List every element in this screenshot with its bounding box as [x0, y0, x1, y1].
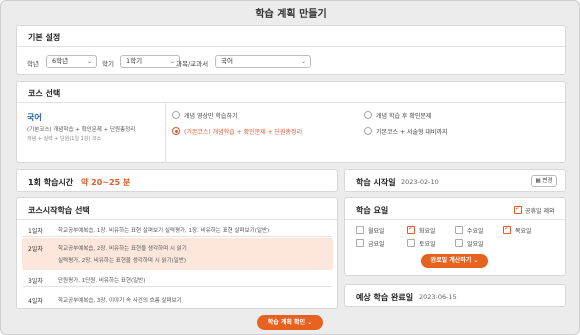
calculate-end-date-button[interactable]: 완료일 계산하기 ⌄: [421, 254, 488, 268]
lesson-row-4[interactable]: 학교공부예복습, 3장. 이야기 속 사건의 흐름 살펴보기: [58, 296, 182, 304]
divider: [22, 236, 332, 237]
calendar-icon: ▦: [535, 178, 541, 184]
change-date-label: 변경: [542, 178, 553, 184]
divider: [345, 219, 565, 220]
day-checkbox-tue[interactable]: [407, 224, 415, 234]
grade-select-value: 6학년: [52, 57, 69, 65]
basic-settings-panel: 기본 설정 학년 6학년 ⌄ 학기 1학기 ⌄ 과목/교과서 국어 ⌄: [16, 25, 566, 75]
course-option-radio-1[interactable]: [172, 111, 180, 119]
subject-select-value: 국어: [221, 57, 233, 65]
course-option-1[interactable]: 개념 영상만 학습하기: [184, 111, 238, 120]
grade-label: 학년: [27, 60, 39, 68]
lesson-row-1[interactable]: 학교공부예복습, 1장. 비유하는 표현 살펴보기 실력평가, 1장. 비유하는…: [58, 226, 269, 234]
confirm-plan-button[interactable]: 학습 계획 확인 ⌄: [257, 315, 323, 330]
day-label-thu[interactable]: 목요일: [515, 226, 532, 235]
term-select[interactable]: 1학기 ⌄: [120, 55, 180, 68]
divider: [17, 46, 565, 47]
course-subject: 국어: [27, 113, 42, 122]
study-days-title: 학습 요일: [356, 206, 389, 215]
window-title: 학습 계획 만들기: [255, 9, 327, 20]
holiday-checkbox[interactable]: [514, 204, 522, 214]
day-checkbox-wed[interactable]: [455, 226, 463, 234]
course-title: 코스 선택: [28, 89, 61, 98]
lesson-day-2: 2일차: [28, 246, 43, 253]
day-checkbox-thu[interactable]: [503, 224, 511, 234]
holiday-label[interactable]: 공휴일 제외: [525, 206, 555, 215]
basic-settings-title: 기본 설정: [28, 33, 61, 42]
day-label-tue[interactable]: 화요일: [419, 226, 436, 235]
divider: [22, 286, 332, 287]
calculate-end-date-label: 완료일 계산하기: [430, 257, 472, 264]
lesson-row-highlight[interactable]: [22, 238, 333, 270]
day-label-fri[interactable]: 금요일: [368, 239, 385, 248]
change-date-button[interactable]: ▦ 변경: [531, 175, 557, 187]
lesson-day-4: 4일차: [28, 298, 43, 305]
course-selected-desc: (기본코스) 개념학습 + 확인문제 + 단원총정리: [27, 127, 136, 133]
term-label: 학기: [102, 60, 114, 68]
session-value: 약 20~25 분: [81, 178, 131, 187]
course-panel: 코스 선택 국어 (기본코스) 개념학습 + 확인문제 + 단원총정리 개념 +…: [16, 81, 566, 163]
day-checkbox-sun[interactable]: [455, 239, 463, 247]
confirm-plan-label: 학습 계획 확인: [267, 319, 306, 326]
course-option-3[interactable]: (기본코스) 개념학습 + 확인문제 + 단원총정리: [184, 127, 302, 136]
lesson-day-3: 3일차: [28, 278, 43, 285]
lesson-row-2a[interactable]: 학교공부예복습, 2장. 비유하는 표현을 생각하며 시 읽기: [58, 244, 187, 252]
subject-label: 과목/교과서: [176, 60, 209, 68]
lesson-day-1: 1일차: [28, 228, 43, 235]
course-option-4[interactable]: 기본코스 + 서술형 대비까지: [376, 127, 447, 136]
start-date-label: 학습 시작일: [356, 178, 396, 187]
course-option-radio-3[interactable]: [172, 127, 180, 135]
chevron-down-icon: ⌄: [86, 58, 92, 65]
chevron-down-icon: ⌄: [169, 58, 175, 65]
divider: [17, 102, 565, 103]
day-checkbox-mon[interactable]: [356, 226, 364, 234]
divider: [165, 103, 166, 163]
start-lesson-title: 코스시작학습 선택: [28, 206, 90, 215]
end-date-panel: 예상 학습 완료일 2023-06-15: [344, 284, 566, 307]
term-select-value: 1학기: [126, 57, 143, 65]
day-label-wed[interactable]: 수요일: [467, 226, 484, 235]
lesson-row-2b[interactable]: 실력평가, 2장. 비유하는 표현을 생각하며 시 읽기(일반): [58, 256, 186, 264]
session-panel: 1회 학습시간 약 20~25 분: [16, 169, 338, 192]
day-checkbox-sat[interactable]: [407, 239, 415, 247]
course-option-radio-2[interactable]: [364, 111, 372, 119]
study-days-panel: 학습 요일 공휴일 제외 월요일 화요일 수요일 목요일 금요일 토요일 일요일…: [344, 197, 566, 276]
chevron-down-icon: ⌄: [473, 257, 479, 264]
grade-select[interactable]: 6학년 ⌄: [46, 55, 97, 68]
lesson-row-3[interactable]: 단원평가, 1단원. 비유하는 표현(일반): [58, 276, 145, 284]
chevron-down-icon: ⌄: [307, 319, 313, 326]
plan-window: 학습 계획 만들기 기본 설정 학년 6학년 ⌄ 학기 1학기 ⌄ 과목/교과서…: [0, 0, 580, 335]
session-label: 1회 학습시간: [28, 178, 74, 187]
start-date-panel: 학습 시작일 2023-02-10 ▦ 변경: [344, 169, 566, 192]
subject-select[interactable]: 국어 ⌄: [215, 55, 311, 68]
start-date-value: 2023-02-10: [401, 178, 439, 186]
day-label-sun[interactable]: 일요일: [467, 239, 484, 248]
chevron-down-icon: ⌄: [300, 58, 306, 65]
divider: [17, 219, 337, 220]
end-date-label: 예상 학습 완료일: [356, 293, 414, 302]
day-label-mon[interactable]: 월요일: [368, 226, 385, 235]
end-date-value: 2023-06-15: [419, 293, 457, 301]
start-lesson-panel: 코스시작학습 선택 1일차 학교공부예복습, 1장. 비유하는 표현 살펴보기 …: [16, 197, 338, 309]
day-checkbox-fri[interactable]: [356, 239, 364, 247]
course-selected-sub: 개념 + 실력 + 단원(1일 1강) 코스: [27, 136, 102, 142]
course-option-radio-4[interactable]: [364, 127, 372, 135]
course-option-2[interactable]: 개념 학습 후 확인문제: [376, 111, 431, 120]
day-label-sat[interactable]: 토요일: [419, 239, 436, 248]
